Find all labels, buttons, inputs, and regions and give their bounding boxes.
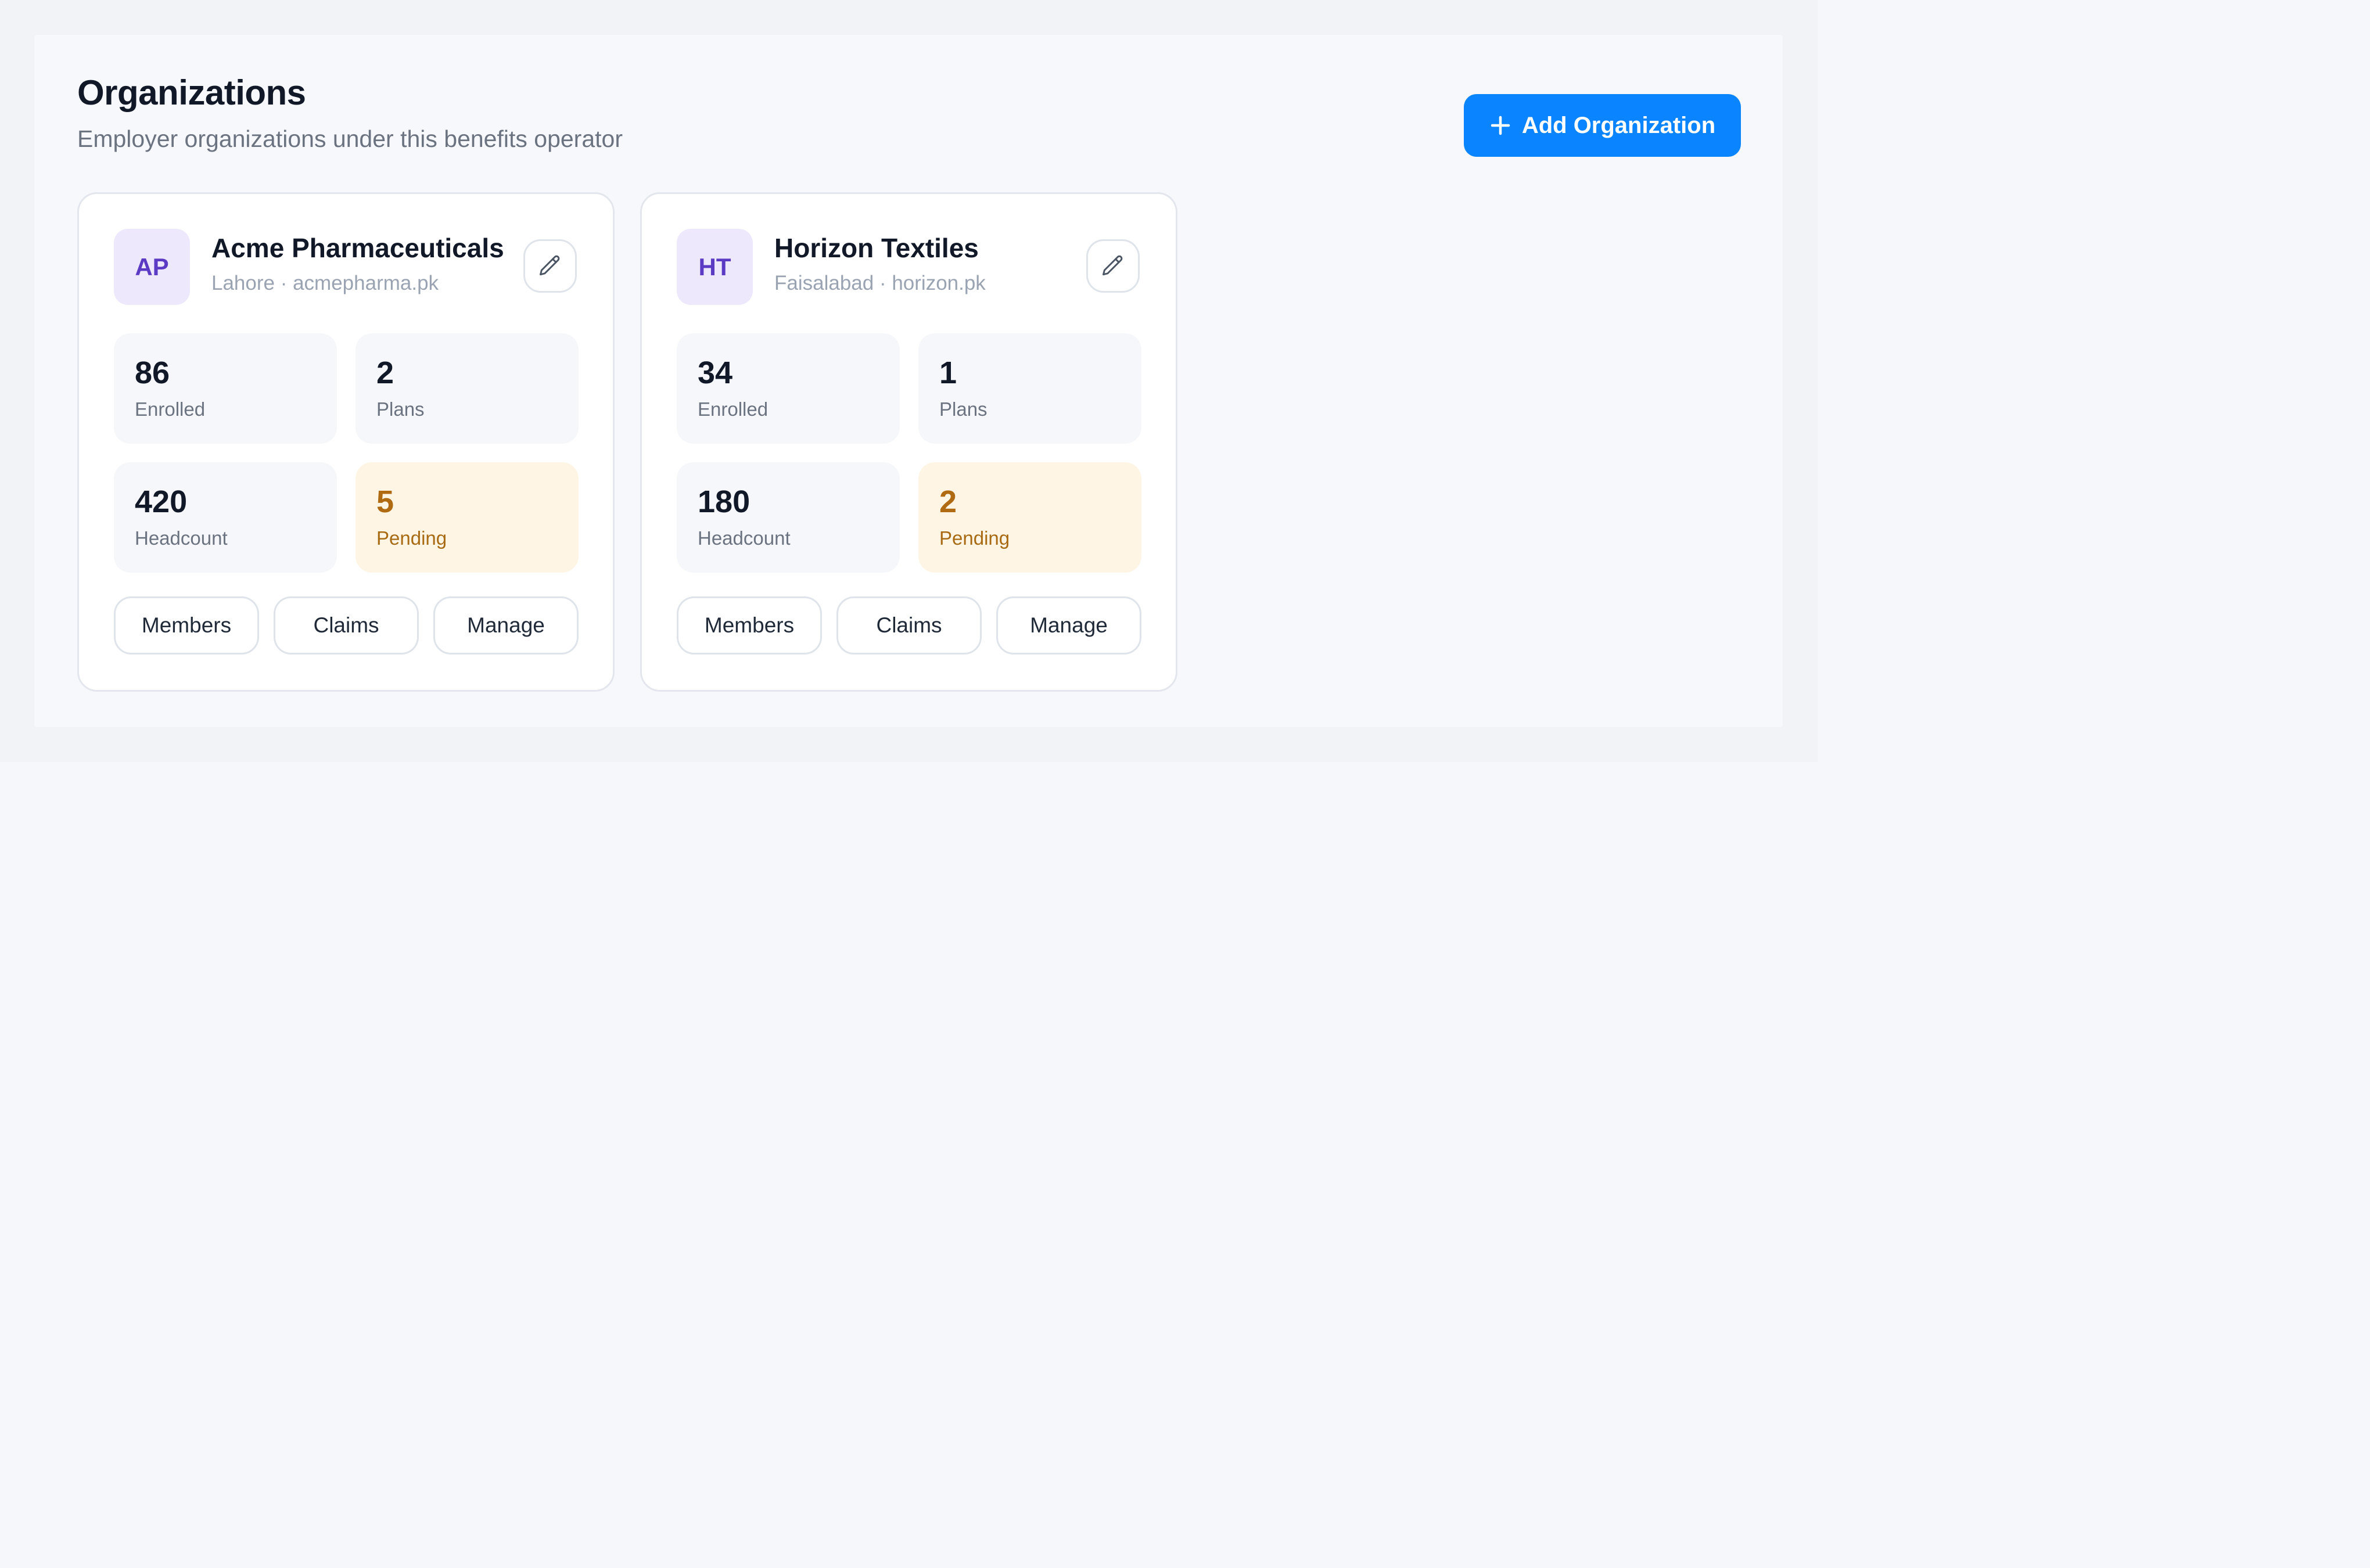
stat-label: Pending xyxy=(376,527,447,549)
stat-plans: 1 Plans xyxy=(918,333,1141,444)
org-location-domain: Lahore · acmepharma.pk xyxy=(211,272,439,294)
stat-enrolled: 34 Enrolled xyxy=(677,333,900,444)
org-name: Acme Pharmaceuticals xyxy=(211,233,504,263)
stat-enrolled: 86 Enrolled xyxy=(114,333,337,444)
plus-icon xyxy=(1489,114,1511,136)
org-name: Horizon Textiles xyxy=(774,233,979,263)
org-avatar: HT xyxy=(677,229,753,305)
stat-headcount: 180 Headcount xyxy=(677,462,900,573)
stat-value: 2 xyxy=(376,355,394,390)
organization-card: HT Horizon Textiles Faisalabad · horizon… xyxy=(640,192,1177,692)
organization-card: AP Acme Pharmaceuticals Lahore · acmepha… xyxy=(77,192,615,692)
org-avatar: AP xyxy=(114,229,190,305)
stat-label: Pending xyxy=(939,527,1010,549)
claims-button[interactable]: Claims xyxy=(274,596,419,654)
stat-label: Enrolled xyxy=(135,398,206,420)
claims-button[interactable]: Claims xyxy=(836,596,982,654)
page-subtitle: Employer organizations under this benefi… xyxy=(77,125,623,152)
stat-value: 2 xyxy=(939,484,957,519)
stat-headcount: 420 Headcount xyxy=(114,462,337,573)
stat-value: 1 xyxy=(939,355,957,390)
stat-value: 34 xyxy=(698,355,733,390)
stat-value: 5 xyxy=(376,484,394,519)
stat-label: Plans xyxy=(376,398,425,420)
edit-organization-button[interactable] xyxy=(1086,239,1140,293)
manage-button[interactable]: Manage xyxy=(996,596,1141,654)
stat-plans: 2 Plans xyxy=(356,333,579,444)
page-title: Organizations xyxy=(77,73,306,112)
stat-value: 420 xyxy=(135,484,188,519)
stat-pending: 5 Pending xyxy=(356,462,579,573)
stat-value: 86 xyxy=(135,355,170,390)
add-organization-label: Add Organization xyxy=(1521,112,1716,138)
stat-label: Headcount xyxy=(135,527,228,549)
stat-label: Plans xyxy=(939,398,988,420)
edit-organization-button[interactable] xyxy=(523,239,577,293)
org-location-domain: Faisalabad · horizon.pk xyxy=(774,272,986,294)
stat-label: Headcount xyxy=(698,527,791,549)
stat-pending: 2 Pending xyxy=(918,462,1141,573)
add-organization-button[interactable]: Add Organization xyxy=(1464,94,1741,157)
members-button[interactable]: Members xyxy=(114,596,259,654)
stat-value: 180 xyxy=(698,484,751,519)
pencil-icon xyxy=(1100,253,1126,279)
stat-label: Enrolled xyxy=(698,398,769,420)
pencil-icon xyxy=(537,253,563,279)
members-button[interactable]: Members xyxy=(677,596,822,654)
manage-button[interactable]: Manage xyxy=(433,596,579,654)
